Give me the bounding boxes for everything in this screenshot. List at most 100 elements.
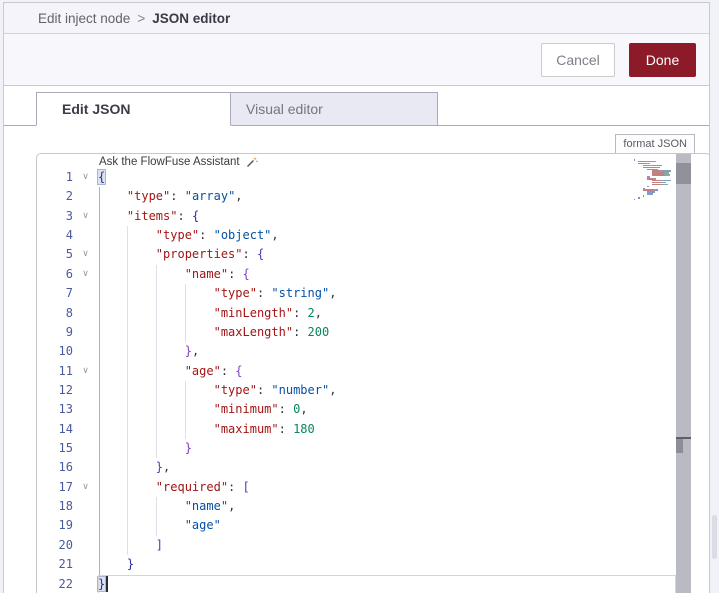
code-line[interactable]: } <box>98 555 709 575</box>
page-scrollbar-thumb[interactable] <box>712 515 717 559</box>
monaco-json-editor[interactable]: Ask the FlowFuse Assistant 1 ∨ 2 3 ∨ 4 5 ∨ 6 ∨ 7 8 9… <box>36 153 709 593</box>
indent-guide <box>185 419 187 440</box>
editor-vertical-scrollbar[interactable] <box>676 154 691 593</box>
code-line[interactable]: "maximum": 180 <box>98 419 709 440</box>
minimap[interactable] <box>634 159 676 219</box>
indent-guide <box>98 477 100 498</box>
line-number: 6 <box>65 266 73 281</box>
indent-guide <box>156 361 158 381</box>
code-line[interactable]: "required": [ <box>98 477 709 498</box>
fold-chevron-icon[interactable]: ∨ <box>73 362 98 381</box>
indent-guide <box>98 419 100 440</box>
indent-guide <box>98 342 100 362</box>
code-line[interactable]: "maxLength": 200 <box>98 322 709 343</box>
code-line[interactable]: } <box>98 439 709 459</box>
code-line[interactable]: "name": { <box>98 264 709 285</box>
indent-guide <box>156 322 158 343</box>
line-number: 8 <box>65 305 73 320</box>
code-token: : <box>228 479 243 494</box>
indent-guide <box>185 380 187 401</box>
gutter-row: 8 <box>37 304 98 323</box>
line-number: 18 <box>58 499 73 514</box>
fold-chevron-icon[interactable]: ∨ <box>73 245 98 264</box>
code-line[interactable]: "type": "object", <box>98 226 709 246</box>
code-line[interactable]: "age": { <box>98 361 709 381</box>
code-line[interactable]: }, <box>98 458 709 478</box>
format-json-button[interactable]: format JSON <box>615 134 695 154</box>
tab-visual-editor[interactable]: Visual editor <box>231 92 438 126</box>
done-button[interactable]: Done <box>629 42 696 77</box>
indent-guide <box>127 400 129 420</box>
code-line[interactable]: "minLength": 2, <box>98 303 709 323</box>
line-number: 5 <box>65 247 73 262</box>
minimap-mark <box>647 185 649 188</box>
code-line[interactable]: }, <box>98 342 709 362</box>
dialog-button-bar: Cancel Done <box>4 34 709 86</box>
indent-guide <box>127 516 129 536</box>
indent-guide <box>127 458 129 478</box>
code-token: : <box>242 247 257 262</box>
page-scrollbar[interactable] <box>710 0 719 593</box>
code-token: { <box>191 208 200 223</box>
code-token: : <box>177 208 192 223</box>
gutter-row: 14 <box>37 420 98 439</box>
code-line[interactable]: "type": "string", <box>98 284 709 304</box>
cancel-button[interactable]: Cancel <box>541 42 615 77</box>
line-number: 17 <box>58 479 73 494</box>
code-line[interactable]: "properties": { <box>98 245 709 265</box>
gutter-row: 18 <box>37 497 98 516</box>
fold-chevron-icon[interactable]: ∨ <box>73 478 98 497</box>
indent-guide <box>98 555 100 575</box>
gutter-row: 16 <box>37 458 98 477</box>
indent-guide <box>98 322 100 343</box>
fold-chevron-icon[interactable]: ∨ <box>73 265 98 284</box>
code-line[interactable]: ] <box>98 535 709 556</box>
tab-edit-json[interactable]: Edit JSON <box>36 92 231 126</box>
minimap-mark <box>658 166 660 169</box>
code-line[interactable]: "type": "array", <box>98 187 709 207</box>
line-number: 12 <box>58 382 73 397</box>
fold-chevron-icon[interactable]: ∨ <box>73 168 98 187</box>
indent-guide <box>98 516 100 536</box>
fold-chevron-icon[interactable]: ∨ <box>73 207 98 226</box>
breadcrumb-parent-link[interactable]: Edit inject node <box>38 11 130 26</box>
code-line[interactable]: { <box>96 168 709 187</box>
code-token: "type" <box>213 286 257 301</box>
indent-guide <box>98 187 100 207</box>
indent-guide <box>156 400 158 420</box>
minimap-mark <box>638 197 640 199</box>
code-token: "minLength" <box>213 305 294 320</box>
code-line[interactable]: } <box>96 575 709 593</box>
indent-guide <box>156 419 158 440</box>
code-token: } <box>126 557 135 572</box>
code-line[interactable]: "type": "number", <box>98 380 709 401</box>
code-line[interactable]: "age" <box>98 516 709 536</box>
code-token: "string" <box>271 286 330 301</box>
code-line[interactable]: "items": { <box>98 206 709 227</box>
code-token: "type" <box>126 189 171 204</box>
indent-guide <box>127 303 129 323</box>
code-area[interactable]: { "type": "array", "items": { "type": "o… <box>96 168 709 593</box>
text-cursor <box>106 576 109 593</box>
code-token: { <box>242 266 250 281</box>
assistant-hint[interactable]: Ask the FlowFuse Assistant <box>99 155 258 168</box>
code-token: , <box>191 344 200 359</box>
code-token: 2 <box>307 305 315 320</box>
wand-sparkles-icon <box>246 156 258 168</box>
code-token: { <box>96 169 107 185</box>
indent-guide <box>98 361 100 381</box>
code-line[interactable]: "minimum": 0, <box>98 400 709 420</box>
line-number: 10 <box>58 344 73 359</box>
scrollbar-thumb[interactable] <box>676 163 691 184</box>
code-line[interactable]: "name", <box>98 497 709 517</box>
code-token: , <box>329 382 337 397</box>
